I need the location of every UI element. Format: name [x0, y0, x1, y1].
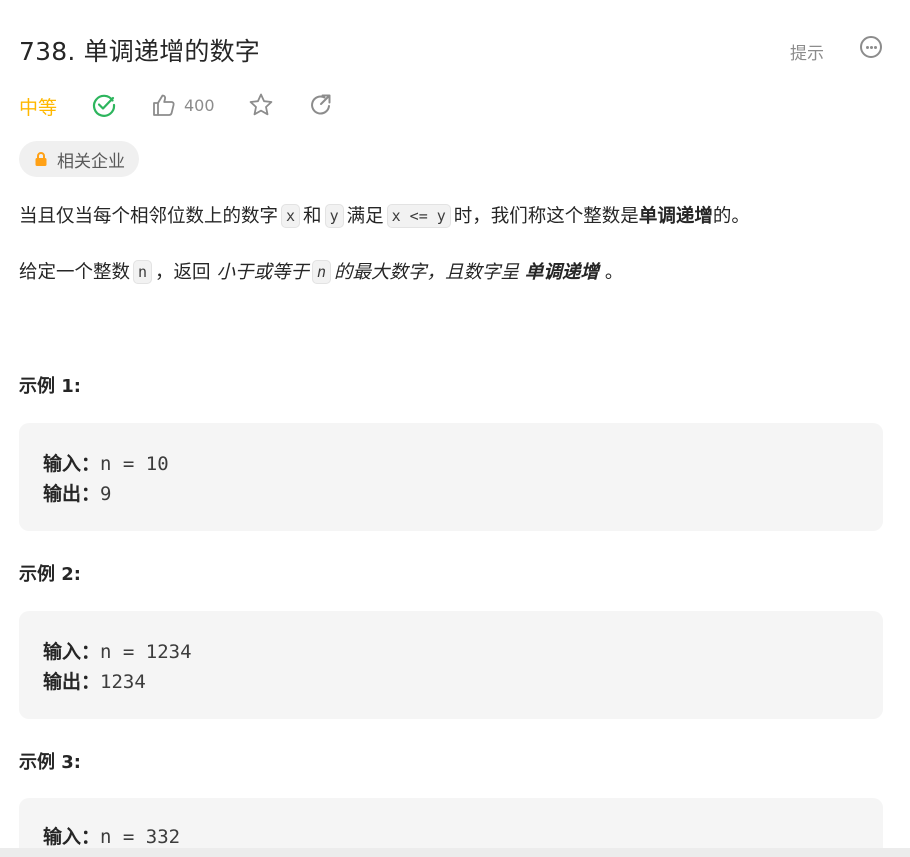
example-input-line: 输入：n = 1234: [43, 637, 192, 664]
inline-code: n: [133, 260, 153, 284]
share-arrow-icon[interactable]: [308, 92, 334, 118]
related-companies-chip[interactable]: 相关企业: [19, 141, 139, 177]
text: 。: [604, 262, 624, 283]
example-1-title: 示例 1:: [19, 376, 81, 397]
example-1-box: 输入：n = 10 输出：9: [19, 423, 883, 531]
inline-code: n: [311, 260, 331, 284]
input-value: n = 10: [100, 453, 169, 475]
output-label: 输出：: [43, 483, 101, 505]
example-output-line: 输出：9: [43, 479, 111, 506]
description-paragraph-2: 给定一个整数 n ，返回 小于或等于 n 的最大数字，且数字呈 单调递增 。: [19, 259, 623, 287]
output-value: 9: [100, 483, 112, 505]
horizontal-scrollbar[interactable]: [0, 848, 910, 857]
bold-term: 单调递增: [638, 206, 713, 227]
inline-code: y: [324, 204, 344, 228]
description-paragraph-1: 当且仅当每个相邻位数上的数字 x 和 y 满足 x <= y 时，我们称这个整数是单调递增的…: [19, 203, 750, 231]
more-horizontal-icon[interactable]: [860, 36, 882, 58]
example-2-title: 示例 2:: [19, 564, 81, 585]
difficulty-badge: 中等: [19, 97, 58, 119]
output-value: 1234: [100, 671, 146, 693]
input-value: n = 1234: [100, 641, 192, 663]
example-3-title: 示例 3:: [19, 752, 81, 773]
input-label: 输入：: [43, 826, 101, 848]
text: 给定一个整数: [19, 262, 131, 283]
problem-meta-row: 中等 400: [19, 90, 419, 122]
italic-text: 的最大数字，且数字呈: [334, 262, 520, 283]
like-count: 400: [184, 96, 215, 115]
example-2-box: 输入：n = 1234 输出：1234: [19, 611, 883, 719]
text: 的。: [712, 206, 750, 227]
example-input-line: 输入：n = 10: [43, 449, 169, 476]
star-icon[interactable]: [248, 92, 274, 118]
text: 满足: [346, 206, 384, 227]
example-output-line: 输出：1234: [43, 667, 146, 694]
example-input-line: 输入：n = 332: [43, 822, 180, 849]
italic-text: 小于或等于: [216, 262, 309, 283]
inline-code: x <= y: [386, 204, 451, 228]
bold-term: 单调递增: [524, 262, 599, 283]
problem-title: 738. 单调递增的数字: [19, 37, 261, 66]
inline-code: x: [281, 204, 301, 228]
text: 时，我们称这个整数是: [453, 206, 639, 227]
input-value: n = 332: [100, 826, 181, 848]
text: 当且仅当每个相邻位数上的数字: [19, 206, 279, 227]
problem-header: 738. 单调递增的数字 提示: [19, 30, 884, 70]
input-label: 输入：: [43, 453, 101, 475]
text: 和: [303, 206, 322, 227]
thumbs-up-icon[interactable]: [151, 92, 177, 118]
input-label: 输入：: [43, 641, 101, 663]
check-circle-icon: [92, 94, 116, 117]
hint-button[interactable]: 提示: [790, 39, 824, 64]
lock-icon: [35, 152, 47, 166]
text: ，返回: [155, 262, 211, 283]
output-label: 输出：: [43, 671, 101, 693]
related-companies-label: 相关企业: [57, 151, 125, 172]
